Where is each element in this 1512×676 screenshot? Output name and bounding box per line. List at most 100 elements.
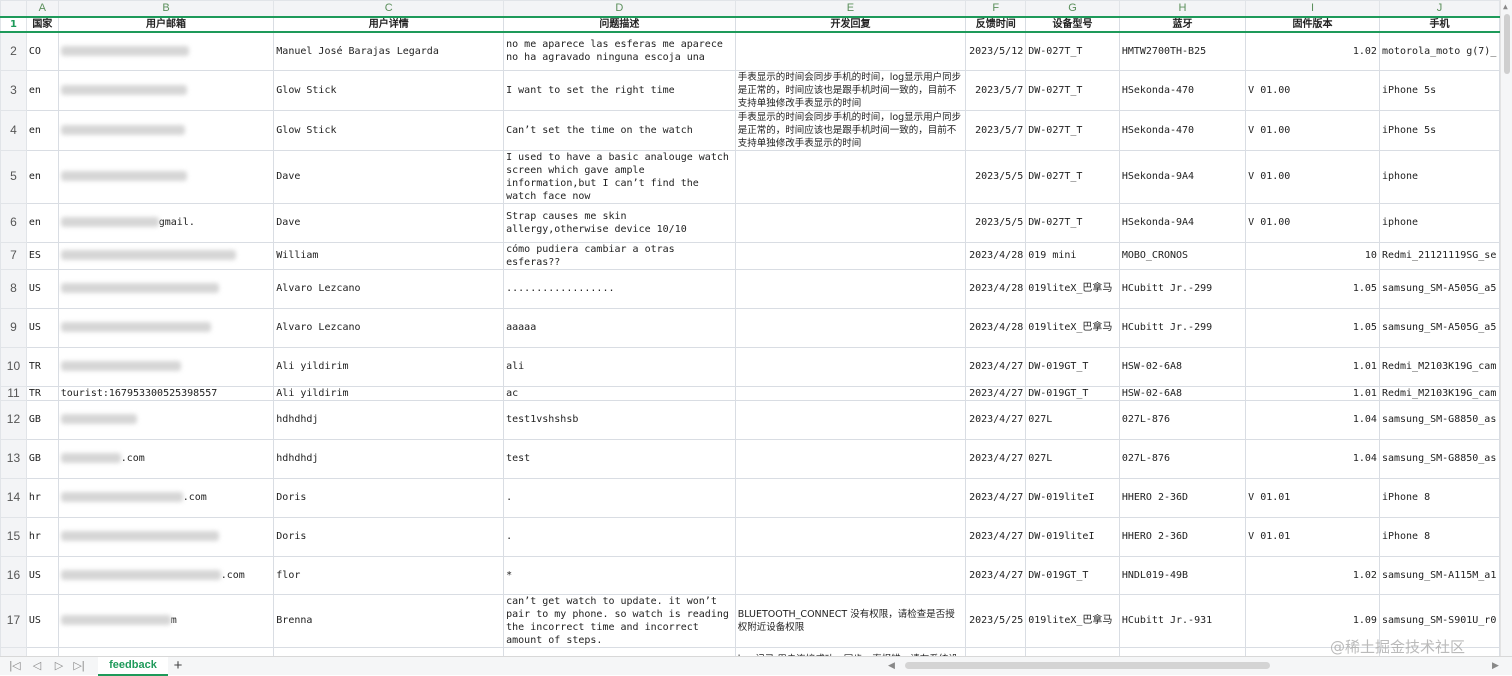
cell-issue[interactable]: I want to set the right time — [503, 69, 736, 111]
cell-fw[interactable]: 1.04 — [1245, 438, 1380, 479]
cell-issue[interactable]: can’t get watch to update. it won’t pair… — [503, 593, 736, 648]
row-number[interactable]: 10 — [0, 346, 27, 387]
cell-email[interactable]: m — [57, 593, 275, 648]
cell-country[interactable]: en — [25, 109, 59, 151]
cell-bt[interactable]: HHERO 2-36D — [1118, 477, 1247, 518]
cell-date[interactable]: 2023/4/27 — [965, 399, 1027, 440]
cell-phone[interactable]: Redmi_M2103K19G_cam — [1378, 385, 1500, 401]
cell-user[interactable]: hdhdhdj — [273, 399, 505, 440]
column-letter[interactable]: G — [1025, 0, 1120, 18]
horizontal-scroll-thumb[interactable] — [905, 662, 1270, 669]
cell-reply[interactable] — [734, 346, 967, 387]
row-number[interactable]: 2 — [0, 31, 27, 71]
cell-phone[interactable]: Redmi_21121119SG_se — [1378, 241, 1500, 270]
cell-device[interactable]: DW-019GT_T — [1025, 346, 1120, 387]
add-sheet-button[interactable]: + — [170, 657, 186, 675]
cell-email[interactable] — [57, 31, 275, 71]
cell-country[interactable]: en — [25, 149, 59, 204]
cell-bt[interactable]: HSekonda-9A4 — [1118, 149, 1247, 204]
cell-issue[interactable]: cómo pudiera cambiar a otras esferas?? — [503, 241, 736, 270]
cell-email[interactable] — [57, 109, 275, 151]
sheet-tab-feedback[interactable]: feedback — [98, 657, 168, 676]
cell-date[interactable]: 2023/5/7 — [965, 69, 1027, 111]
cell-reply[interactable] — [734, 385, 967, 401]
column-letter[interactable]: E — [734, 0, 967, 18]
cell-reply[interactable] — [734, 477, 967, 518]
column-letter[interactable]: A — [25, 0, 59, 18]
cell-reply[interactable]: BLUETOOTH_CONNECT 没有权限，请检查是否授权附近设备权限 — [734, 593, 967, 648]
cell-fw[interactable]: V 01.00 — [1245, 149, 1380, 204]
cell-fw[interactable]: 10 — [1245, 241, 1380, 270]
cell-issue[interactable]: ali — [503, 346, 736, 387]
cell-date[interactable]: 2023/5/5 — [965, 149, 1027, 204]
cell-phone[interactable]: iPhone 8 — [1378, 477, 1500, 518]
row-number[interactable]: 7 — [0, 241, 27, 270]
cell-reply[interactable] — [734, 241, 967, 270]
cell-date[interactable]: 2023/4/28 — [965, 241, 1027, 270]
cell-country[interactable]: TR — [25, 346, 59, 387]
cell-bt[interactable]: HCubitt Jr.-299 — [1118, 268, 1247, 309]
cell-bt[interactable]: HHERO 2-36D — [1118, 516, 1247, 557]
header-cell[interactable]: 国家 — [25, 16, 59, 33]
cell-email[interactable] — [57, 241, 275, 270]
row-number[interactable]: 18 — [0, 646, 27, 656]
cell-fw[interactable]: V 01.00 — [1245, 202, 1380, 243]
cell-device[interactable]: DW-027T_T — [1025, 202, 1120, 243]
cell-phone[interactable]: iphone — [1378, 149, 1500, 204]
row-number[interactable]: 5 — [0, 149, 27, 204]
scroll-up-icon[interactable]: ▲ — [1503, 2, 1508, 11]
cell-country[interactable]: hr — [25, 516, 59, 557]
row-number[interactable]: 9 — [0, 307, 27, 348]
cell-user[interactable]: hdhdhdj — [273, 438, 505, 479]
cell-phone[interactable]: iPhone 8 — [1378, 516, 1500, 557]
cell-country[interactable]: TR — [25, 385, 59, 401]
row-number[interactable]: 6 — [0, 202, 27, 243]
cell-fw[interactable]: V 01.01 — [1245, 516, 1380, 557]
cell-date[interactable]: 2023/5/12 — [965, 31, 1027, 71]
cell-device[interactable]: DW-019GT_T — [1025, 385, 1120, 401]
spreadsheet-grid[interactable]: ABCDEFGHIJ 1 国家 用户邮箱 用户详情 问题描述 开发回复 反馈时间 设备型号蓝… — [0, 0, 1500, 656]
cell-device[interactable]: DW-027T_T — [1025, 31, 1120, 71]
cell-issue[interactable]: * — [503, 555, 736, 595]
cell-country[interactable]: US — [25, 268, 59, 309]
row-number[interactable]: 1 — [0, 16, 27, 33]
row-number[interactable]: 16 — [0, 555, 27, 595]
cell-user[interactable]: Ali yildirim — [273, 346, 505, 387]
cell-date[interactable]: 2023/5/7 — [965, 109, 1027, 151]
last-sheet-icon[interactable]: ▷| — [72, 659, 86, 673]
row-number[interactable]: 3 — [0, 69, 27, 111]
cell-email[interactable]: .com — [57, 477, 275, 518]
cell-phone[interactable]: samsung_SM-A505G_a5 — [1378, 268, 1500, 309]
cell-bt[interactable]: HSW-02-6A8 — [1118, 385, 1247, 401]
cell-reply[interactable]: 手表显示的时间会同步手机的时间，log显示用户同步是正常的，时间应该也是跟手机时… — [734, 69, 967, 111]
cell-fw[interactable]: 1.01 — [1245, 385, 1380, 401]
column-letter[interactable]: C — [273, 0, 505, 18]
cell-user[interactable]: Alvaro Lezcano — [273, 307, 505, 348]
column-letter[interactable]: I — [1245, 0, 1380, 18]
cell-date[interactable]: 2023/4/28 — [965, 268, 1027, 309]
cell-date[interactable]: 2023/4/28 — [965, 307, 1027, 348]
cell-date[interactable]: 2023/4/27 — [965, 555, 1027, 595]
scroll-left-icon[interactable]: ◀ — [888, 660, 895, 671]
cell-user[interactable]: Dave — [273, 202, 505, 243]
next-sheet-icon[interactable]: ▷ — [52, 659, 66, 673]
cell-email[interactable] — [57, 69, 275, 111]
cell-issue[interactable]: aaaaa — [503, 307, 736, 348]
row-number[interactable]: 12 — [0, 399, 27, 440]
cell-device[interactable]: DW-019GT_T — [1025, 555, 1120, 595]
cell-country[interactable]: hr — [25, 477, 59, 518]
header-cell[interactable]: 反馈时间 — [965, 16, 1027, 33]
row-number[interactable]: 15 — [0, 516, 27, 557]
row-number[interactable]: 13 — [0, 438, 27, 479]
column-letter[interactable]: D — [503, 0, 736, 18]
cell-phone[interactable]: samsung_SM-G8850_as — [1378, 438, 1500, 479]
cell-country[interactable]: AU — [25, 646, 59, 656]
column-letter[interactable]: F — [965, 0, 1027, 18]
cell-country[interactable]: GB — [25, 399, 59, 440]
cell-email[interactable]: gmail. — [57, 202, 275, 243]
cell-issue[interactable]: .................. — [503, 268, 736, 309]
cell-reply[interactable]: log 记录 用户连接成功，同步一直报错，请在系统设置app 管理中关闭app，… — [734, 646, 967, 656]
cell-reply[interactable] — [734, 555, 967, 595]
cell-email[interactable]: .com — [57, 438, 275, 479]
cell-date[interactable]: 2023/5/5 — [965, 202, 1027, 243]
